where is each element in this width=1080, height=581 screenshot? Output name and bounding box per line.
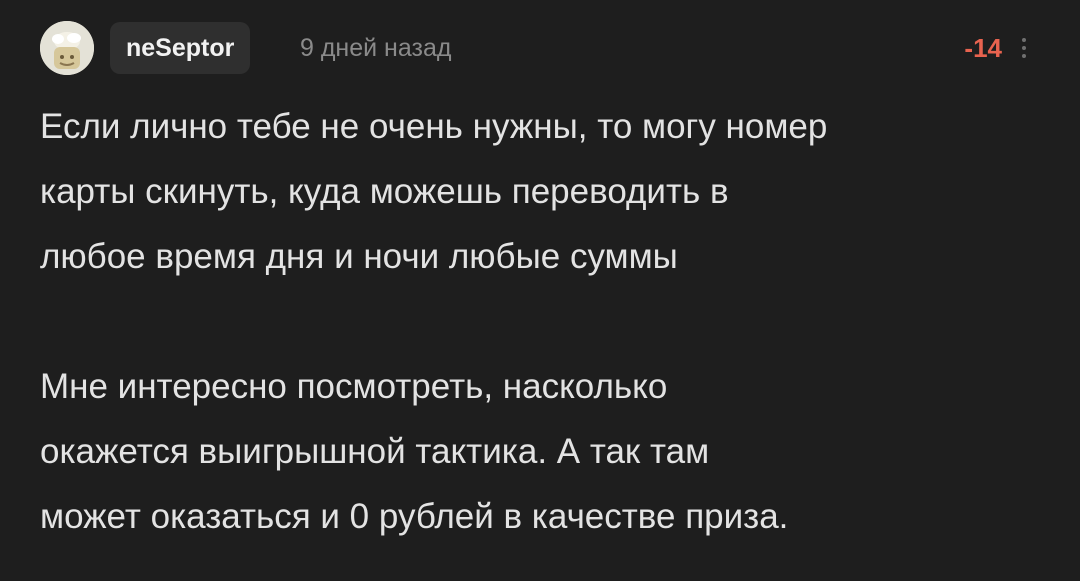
comment-paragraph: Мне интересно посмотреть, насколько окаж… (40, 367, 789, 536)
more-vertical-icon[interactable] (1016, 32, 1032, 64)
comment: neSeptor 9 дней назад -14 Если лично теб… (0, 0, 1080, 581)
author-name[interactable]: neSeptor (110, 22, 251, 74)
comment-timestamp[interactable]: 9 дней назад (300, 22, 451, 74)
avatar[interactable] (40, 21, 94, 75)
avatar-icon (40, 21, 94, 75)
comment-rating: -14 (964, 33, 1002, 63)
comment-header: neSeptor 9 дней назад -14 (40, 18, 1040, 78)
comment-body: Если лично тебе не очень нужны, то могу … (40, 94, 1050, 549)
comment-paragraph: Если лично тебе не очень нужны, то могу … (40, 107, 828, 276)
